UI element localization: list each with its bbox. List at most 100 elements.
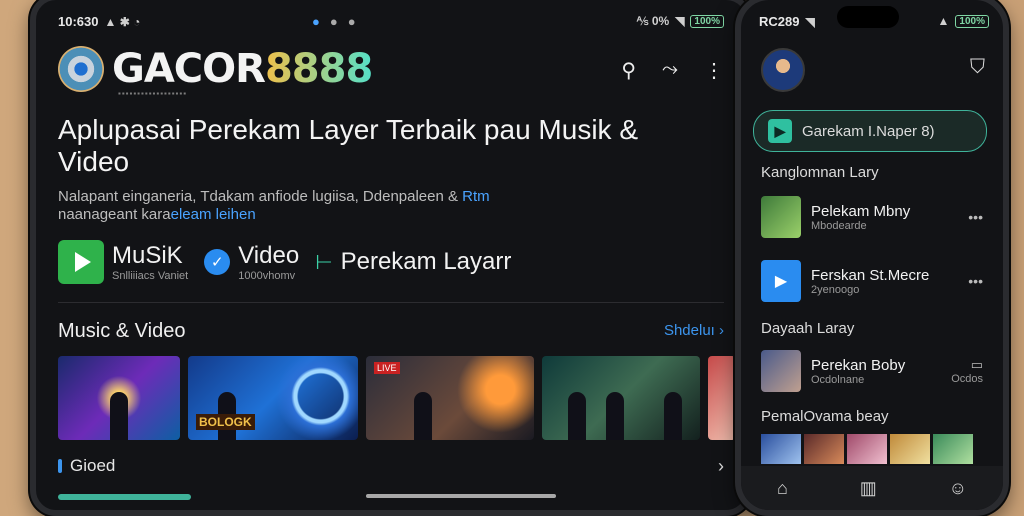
settings-dot-icon: ●: [329, 14, 338, 29]
chevron-right-icon[interactable]: ›: [718, 456, 724, 477]
category-recorder-label: Perekam Layarr: [340, 248, 512, 275]
video-thumbnail-row: BOLOGK LIVE: [58, 356, 736, 440]
video-thumbnail[interactable]: [542, 356, 700, 440]
page-headline: Aplupasai Perekam Layer Terbaik pau Musi…: [58, 114, 639, 177]
chevron-right-icon: ›: [719, 322, 724, 339]
home-icon[interactable]: ⌂: [777, 478, 788, 499]
list-item-subtitle: 2yenoogo: [811, 283, 860, 296]
phone-wifi-icon: ◥: [805, 14, 815, 29]
profile-icon[interactable]: ☺: [949, 478, 967, 499]
bag-icon[interactable]: ⛉: [970, 56, 985, 79]
tablet-device: 10:630 ▲ ✱ ◔ ● ● ● ⅍ 0% ◥ 100% GACOR8888…: [30, 0, 752, 516]
strip-thumbnail[interactable]: [804, 434, 844, 464]
check-icon: ✓: [204, 249, 231, 275]
battery-icon: 100%: [690, 14, 724, 28]
thumbnail-strip: [761, 434, 973, 464]
library-icon[interactable]: ▥: [860, 478, 877, 499]
signal-icon: ▲: [937, 14, 950, 28]
tablet-status-bar: 10:630 ▲ ✱ ◔: [58, 14, 140, 29]
share-icon[interactable]: ⤳: [662, 58, 678, 83]
search-bar[interactable]: ▶ Garekam I.Naper 8): [753, 110, 987, 152]
list-item-thumbnail: ▶: [761, 260, 801, 302]
video-thumbnail[interactable]: LIVE: [366, 356, 534, 440]
description-line1: Nalapant einganeria, Tdakam anfiode lugi…: [58, 188, 458, 205]
list-item[interactable]: ▶ Ferskan St.Mecre 2yenoogo •••: [761, 260, 983, 302]
brand-name-part2: 8888: [264, 46, 373, 92]
see-all-label: Shdeluı: [663, 322, 715, 339]
brand-name: GACOR8888: [112, 46, 373, 92]
list-item-thumbnail: [761, 350, 801, 392]
description-highlight2: eleam leihen: [170, 206, 256, 223]
phone-status-bar: RC289 ◥: [759, 14, 815, 29]
description-highlight1: Rtm: [462, 188, 490, 205]
description-line2: naanageant kara: [58, 206, 171, 223]
category-music[interactable]: MuSiK Snlliiiacs Vaniet: [58, 240, 188, 284]
singer-silhouette: [414, 392, 432, 440]
video-thumbnail[interactable]: BOLOGK: [188, 356, 358, 440]
phone-status-time: RC289: [759, 14, 800, 29]
screen-icon[interactable]: ▭: [951, 357, 983, 373]
see-all-link[interactable]: Shdeluı ›: [664, 322, 724, 339]
brand-subtitle: ▪▪▪▪▪▪▪▪▪▪▪▪▪▪▪▪▪▪: [118, 89, 188, 98]
phone-section-title: Kanglomnan Lary: [761, 164, 879, 181]
tablet-status-center: ● ● ●: [312, 14, 356, 29]
video-thumbnail[interactable]: [708, 356, 736, 440]
status-right-text: ⅍ 0%: [636, 14, 670, 28]
strip-thumbnail[interactable]: [847, 434, 887, 464]
strip-thumbnail[interactable]: [761, 434, 801, 464]
category-recorder[interactable]: ⊢ Perekam Layarr: [315, 248, 511, 276]
list-item-title: Ferskan St.Mecre: [811, 266, 930, 284]
page-description: Nalapant einganeria, Tdakam anfiode lugi…: [58, 188, 578, 224]
video-thumbnail[interactable]: [58, 356, 180, 440]
info-dot-icon: ●: [347, 14, 356, 29]
brand-logo[interactable]: GACOR8888: [58, 46, 373, 92]
record-icon: ⊢: [315, 251, 333, 274]
bottom-section[interactable]: Gioed: [58, 456, 115, 476]
status-time: 10:630: [58, 14, 99, 29]
singer-silhouette: [664, 392, 682, 440]
category-row: MuSiK Snlliiiacs Vaniet ✓ Video 1000vhom…: [58, 240, 511, 284]
status-system-icons: ▲ ✱ ◔: [104, 14, 141, 29]
category-music-label: MuSiK: [112, 242, 183, 269]
wifi-icon: ◥: [675, 14, 685, 28]
list-item-meta: Ocdos: [951, 373, 983, 385]
phone-status-right: ▲ 100%: [938, 14, 989, 28]
singer-silhouette: [110, 392, 128, 440]
list-item-thumbnail: [761, 196, 801, 238]
search-bar-text: Garekam I.Naper 8): [802, 122, 935, 140]
bottom-navigation: ⌂ ▥ ☺: [741, 466, 1003, 510]
category-video[interactable]: ✓ Video 1000vhomv: [204, 242, 299, 282]
tablet-status-right: ⅍ 0% ◥ 100%: [636, 14, 724, 28]
list-item-subtitle: Ocdolnane: [811, 373, 865, 386]
home-indicator[interactable]: [366, 494, 556, 498]
more-horizontal-icon[interactable]: •••: [968, 273, 983, 289]
camera-notch: [837, 6, 899, 28]
divider: [58, 302, 724, 303]
live-badge: LIVE: [374, 362, 400, 374]
play-icon: [58, 240, 104, 284]
phone-battery-icon: 100%: [955, 14, 989, 28]
singer-silhouette: [606, 392, 624, 440]
search-icon[interactable]: ⚲: [621, 58, 636, 83]
more-horizontal-icon[interactable]: •••: [968, 209, 983, 225]
camera-dot-icon: ●: [312, 14, 320, 29]
list-item-title: Pelekam Mbny: [811, 202, 911, 220]
top-toolbar: ⚲ ⤳ ⋮: [621, 58, 724, 83]
list-item-title: Perekan Boby: [811, 356, 906, 374]
progress-bar: [58, 494, 191, 500]
list-item[interactable]: Perekan Boby Ocdolnane ▭ Ocdos: [761, 350, 983, 392]
more-vertical-icon[interactable]: ⋮: [704, 58, 724, 83]
list-item-subtitle: Mbodearde: [811, 219, 867, 232]
phone-section-title: PemalOvama beay: [761, 408, 889, 425]
phone-device: RC289 ◥ ▲ 100% ⛉ ▶ Garekam I.Naper 8) Ka…: [735, 0, 1009, 516]
app-icon: ▶: [768, 119, 792, 143]
avatar[interactable]: [761, 48, 805, 92]
category-video-label: Video: [238, 242, 300, 269]
phone-section-title: Dayaah Laray: [761, 320, 855, 337]
bottom-label: Gioed: [70, 456, 116, 475]
strip-thumbnail[interactable]: [890, 434, 930, 464]
thumbnail-tag: BOLOGK: [196, 414, 255, 430]
strip-thumbnail[interactable]: [933, 434, 973, 464]
disc-logo-icon: [58, 46, 104, 92]
list-item[interactable]: Pelekam Mbny Mbodearde •••: [761, 196, 983, 238]
